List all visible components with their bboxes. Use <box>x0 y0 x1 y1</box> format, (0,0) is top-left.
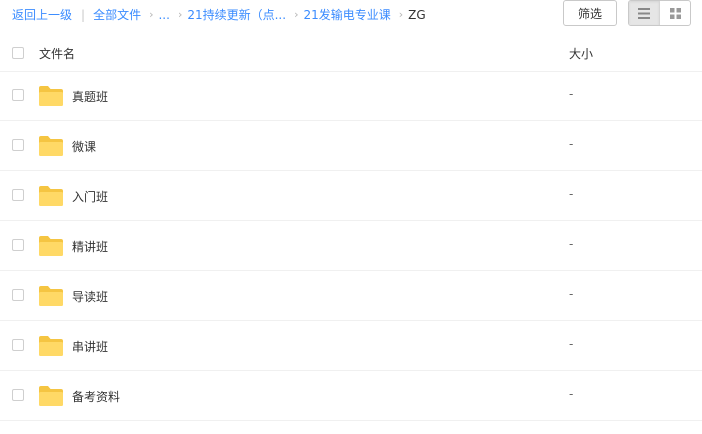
folder-icon <box>39 186 63 206</box>
breadcrumb-item-21-transmission[interactable]: 21发输电专业课 <box>303 7 390 23</box>
breadcrumb-item-21-updates[interactable]: 21持续更新（点... <box>187 7 286 23</box>
row-checkbox[interactable] <box>12 389 24 401</box>
breadcrumb-current: ZG <box>408 8 426 22</box>
view-toggle <box>628 0 691 26</box>
select-all-checkbox[interactable] <box>12 47 24 59</box>
chevron-right-icon: › <box>149 8 154 21</box>
all-files-link[interactable]: 全部文件 <box>93 7 141 23</box>
chevron-right-icon: › <box>398 8 404 21</box>
file-name[interactable]: 入门班 <box>72 188 108 205</box>
table-row[interactable]: 串讲班 - <box>0 321 702 371</box>
file-size: - <box>569 287 574 301</box>
file-name[interactable]: 备考资料 <box>72 388 120 405</box>
row-checkbox[interactable] <box>12 89 24 101</box>
row-checkbox[interactable] <box>12 289 24 301</box>
file-name[interactable]: 真题班 <box>72 88 108 105</box>
file-size: - <box>569 87 574 101</box>
row-checkbox[interactable] <box>12 139 24 151</box>
folder-icon <box>39 336 63 356</box>
breadcrumb: 返回上一级 | 全部文件 › ... › 21持续更新（点... › 21发输电… <box>12 7 426 23</box>
table-header: 文件名 大小 <box>0 35 702 72</box>
file-size: - <box>569 137 574 151</box>
chevron-right-icon: › <box>294 8 299 21</box>
folder-icon <box>39 386 63 406</box>
file-name[interactable]: 微课 <box>72 138 96 155</box>
breadcrumb-separator: | <box>81 8 86 22</box>
topbar: 返回上一级 | 全部文件 › ... › 21持续更新（点... › 21发输电… <box>0 0 702 30</box>
back-link[interactable]: 返回上一级 <box>12 7 72 23</box>
table-row[interactable]: 入门班 - <box>0 171 702 221</box>
folder-icon <box>39 86 63 106</box>
grid-view-button[interactable] <box>659 1 690 25</box>
file-size: - <box>569 237 574 251</box>
file-name[interactable]: 导读班 <box>72 288 108 305</box>
file-size: - <box>569 187 574 201</box>
folder-icon <box>39 286 63 306</box>
row-checkbox[interactable] <box>12 239 24 251</box>
row-checkbox[interactable] <box>12 189 24 201</box>
table-row[interactable]: 备考资料 - <box>0 371 702 421</box>
file-name[interactable]: 精讲班 <box>72 238 108 255</box>
column-header-name[interactable]: 文件名 <box>39 45 75 62</box>
table-row[interactable]: 真题班 - <box>0 71 702 121</box>
file-size: - <box>569 387 574 401</box>
table-row[interactable]: 导读班 - <box>0 271 702 321</box>
file-list: 真题班 - 微课 - 入门班 - 精讲班 - 导读班 - 串讲班 - 备考资料 … <box>0 71 702 421</box>
folder-icon <box>39 236 63 256</box>
table-row[interactable]: 精讲班 - <box>0 221 702 271</box>
folder-icon <box>39 136 63 156</box>
chevron-right-icon: › <box>177 8 183 21</box>
grid-view-icon <box>669 7 681 19</box>
list-view-button[interactable] <box>629 1 659 25</box>
file-name[interactable]: 串讲班 <box>72 338 108 355</box>
column-header-size[interactable]: 大小 <box>569 45 593 62</box>
row-checkbox[interactable] <box>12 339 24 351</box>
filter-button[interactable]: 筛选 <box>563 0 617 26</box>
list-view-icon <box>638 7 650 19</box>
table-row[interactable]: 微课 - <box>0 121 702 171</box>
breadcrumb-ellipsis-link[interactable]: ... <box>158 7 169 23</box>
file-size: - <box>569 337 574 351</box>
